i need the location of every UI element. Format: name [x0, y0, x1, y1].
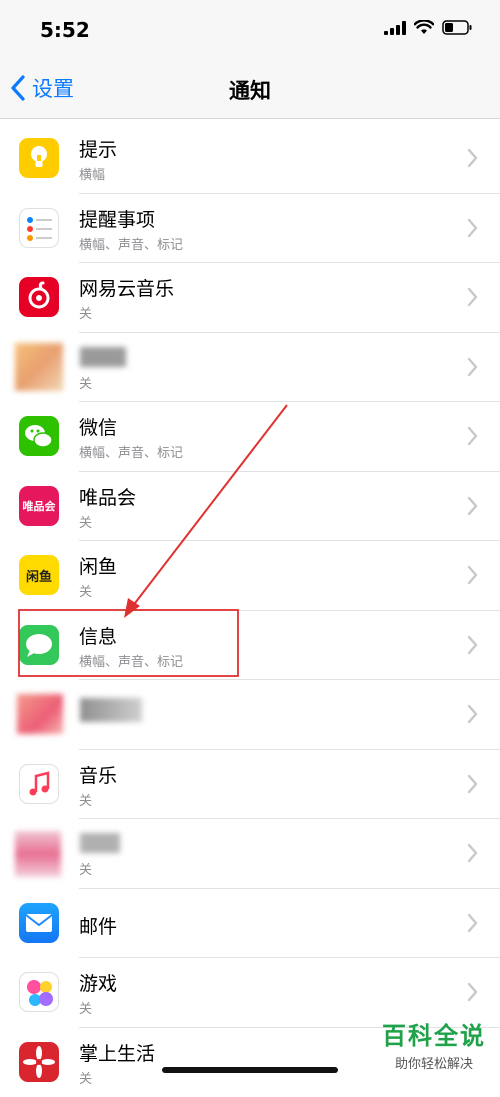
- app-name: 邮件: [79, 912, 117, 939]
- chevron-right-icon: [467, 426, 478, 446]
- blurred-app-name: [80, 698, 142, 722]
- reminders-icon: [19, 208, 59, 248]
- game-center-icon: [19, 972, 59, 1012]
- blurred-app-icon: [19, 347, 59, 387]
- app-row-vipshop[interactable]: 唯品会 唯品会 关: [0, 472, 500, 542]
- notification-app-list: 提示 横幅 提醒事项 横幅、声音、标记 网易云音乐 关: [0, 124, 500, 1097]
- app-row-blurred[interactable]: 关: [0, 333, 500, 403]
- blurred-app-name: [80, 347, 126, 367]
- blurred-app-name: [80, 833, 120, 853]
- app-name: 游戏: [79, 969, 117, 996]
- vipshop-icon: 唯品会: [19, 486, 59, 526]
- mail-icon: [19, 903, 59, 943]
- home-indicator[interactable]: [162, 1067, 338, 1073]
- app-name: 掌上生活: [79, 1039, 155, 1066]
- app-row-mail[interactable]: 邮件: [0, 889, 500, 959]
- app-row-netease-music[interactable]: 网易云音乐 关: [0, 263, 500, 333]
- notification-style: 横幅、声音、标记: [79, 651, 183, 670]
- status-bar: 5:52: [0, 0, 500, 60]
- notification-style: 关: [79, 998, 92, 1017]
- battery-icon: [442, 20, 472, 35]
- notification-style: 关: [79, 512, 92, 531]
- blurred-app-icon: [19, 833, 59, 873]
- cellular-signal-icon: [384, 21, 406, 35]
- wifi-icon: [414, 20, 434, 35]
- app-row-messages[interactable]: 信息 横幅、声音、标记: [0, 611, 500, 681]
- messages-icon: [19, 625, 59, 665]
- page-title: 通知: [0, 75, 500, 105]
- app-name: 信息: [79, 622, 117, 649]
- app-row-blurred[interactable]: [0, 680, 500, 750]
- app-name: 音乐: [79, 761, 117, 788]
- chevron-right-icon: [467, 218, 478, 238]
- xianyu-logo-text: 闲鱼: [26, 566, 52, 585]
- app-row-wechat[interactable]: 微信 横幅、声音、标记: [0, 402, 500, 472]
- chevron-right-icon: [467, 635, 478, 655]
- chevron-right-icon: [467, 287, 478, 307]
- app-name: 唯品会: [79, 483, 136, 510]
- watermark: 百科全说 助你轻松解决: [382, 1016, 486, 1072]
- notification-style: 关: [79, 790, 92, 809]
- app-row-blurred[interactable]: 关: [0, 819, 500, 889]
- music-icon: [19, 764, 59, 804]
- zhangshang-icon: [19, 1042, 59, 1082]
- app-row-music[interactable]: 音乐 关: [0, 750, 500, 820]
- vipshop-logo-text: 唯品会: [23, 498, 56, 514]
- watermark-subtitle: 助你轻松解决: [382, 1053, 486, 1072]
- notification-style: 关: [79, 859, 92, 878]
- app-name: 网易云音乐: [79, 274, 174, 301]
- watermark-title: 百科全说: [382, 1016, 486, 1051]
- app-row-reminders[interactable]: 提醒事项 横幅、声音、标记: [0, 194, 500, 264]
- notification-style: 横幅、声音、标记: [79, 234, 183, 253]
- app-row-tips[interactable]: 提示 横幅: [0, 124, 500, 194]
- notification-style: 关: [79, 373, 92, 392]
- chevron-right-icon: [467, 843, 478, 863]
- tips-icon: [19, 138, 59, 178]
- chevron-right-icon: [467, 565, 478, 585]
- chevron-right-icon: [467, 913, 478, 933]
- chevron-right-icon: [467, 774, 478, 794]
- wechat-icon: [19, 416, 59, 456]
- notification-style: 横幅、声音、标记: [79, 442, 183, 461]
- app-name: 提醒事项: [79, 205, 155, 232]
- chevron-right-icon: [467, 704, 478, 724]
- app-name: 提示: [79, 135, 117, 162]
- chevron-right-icon: [467, 982, 478, 1002]
- app-name: 闲鱼: [79, 552, 117, 579]
- netease-music-icon: [19, 277, 59, 317]
- blurred-app-icon: [19, 694, 59, 734]
- xianyu-icon: 闲鱼: [19, 555, 59, 595]
- app-name: 微信: [79, 413, 117, 440]
- navigation-bar: 设置 通知: [0, 60, 500, 119]
- status-icons: [384, 20, 472, 35]
- chevron-right-icon: [467, 148, 478, 168]
- chevron-right-icon: [467, 496, 478, 516]
- notification-style: 横幅: [79, 164, 105, 183]
- notification-style: 关: [79, 303, 92, 322]
- app-row-xianyu[interactable]: 闲鱼 闲鱼 关: [0, 541, 500, 611]
- chevron-right-icon: [467, 357, 478, 377]
- notification-style: 关: [79, 581, 92, 600]
- status-time: 5:52: [40, 18, 90, 42]
